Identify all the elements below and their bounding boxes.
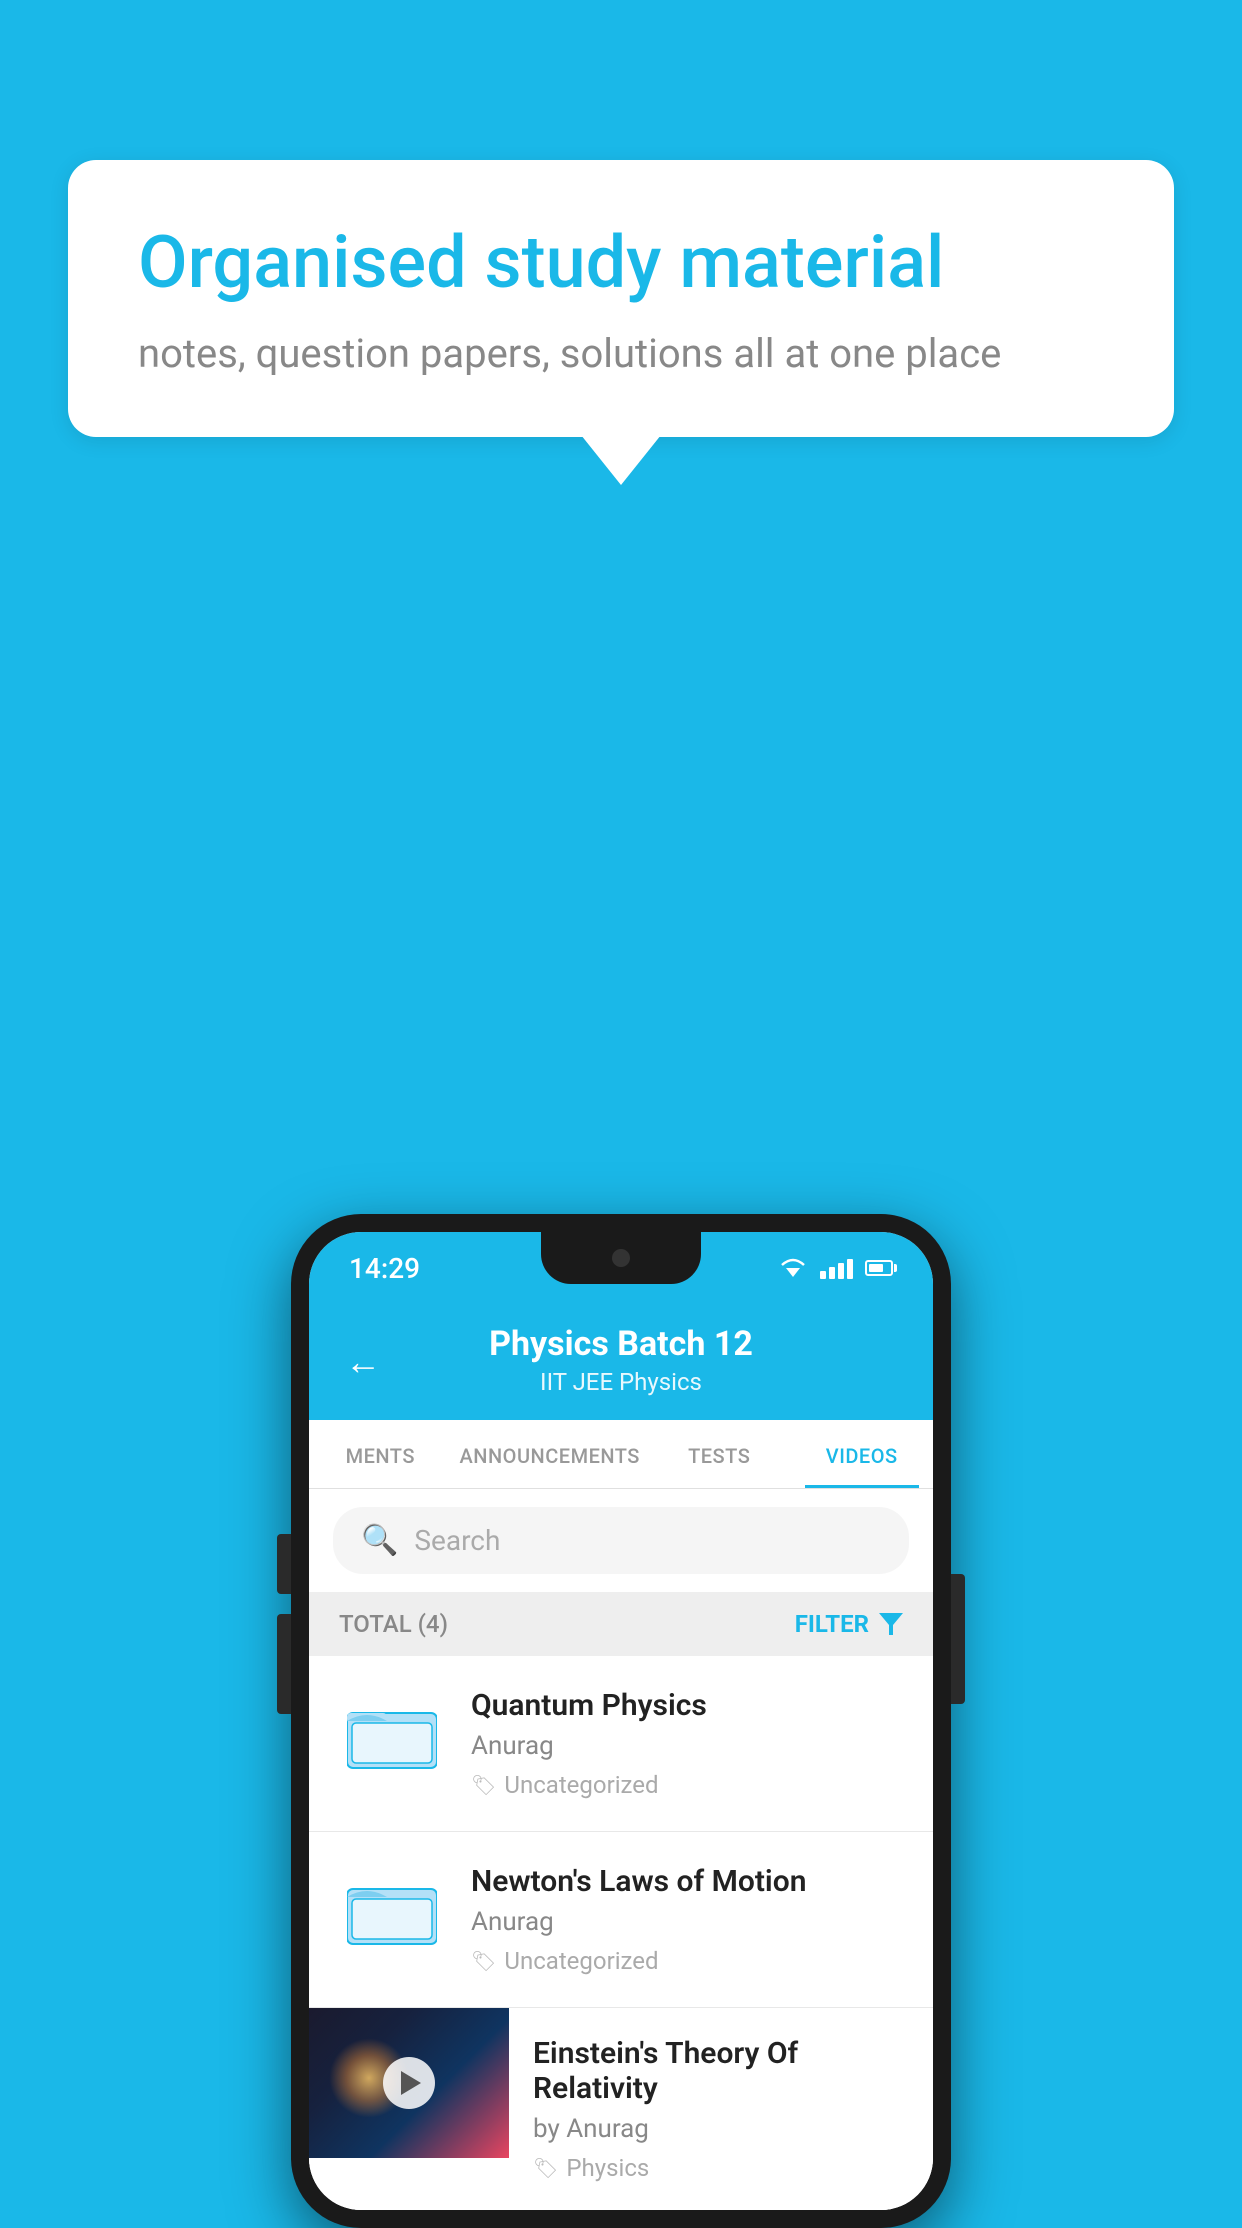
search-bar-wrapper: 🔍 Search: [309, 1489, 933, 1592]
bubble-arrow: [581, 435, 661, 485]
list-item[interactable]: Einstein's Theory Of Relativity by Anura…: [309, 2008, 933, 2210]
play-button[interactable]: [383, 2057, 435, 2109]
app-bar-subtitle: IIT JEE Physics: [489, 1368, 753, 1396]
search-icon: 🔍: [361, 1523, 398, 1558]
phone-screen: 14:29: [309, 1232, 933, 2210]
app-bar: ← Physics Batch 12 IIT JEE Physics: [309, 1304, 933, 1420]
filter-label: FILTER: [795, 1610, 869, 1638]
list-item[interactable]: Quantum Physics Anurag 🏷 Uncategorized: [309, 1656, 933, 1832]
app-bar-title: Physics Batch 12: [489, 1324, 753, 1364]
tag-label-1: Uncategorized: [504, 1771, 658, 1799]
filter-icon: [879, 1613, 903, 1635]
speech-bubble: Organised study material notes, question…: [68, 160, 1174, 437]
video-thumb-2: [337, 1864, 447, 1954]
signal-bar-1: [820, 1271, 826, 1279]
video-thumb-1: [337, 1688, 447, 1778]
battery-icon: [865, 1260, 893, 1276]
app-bar-center: Physics Batch 12 IIT JEE Physics: [489, 1324, 753, 1396]
video-author-2: Anurag: [471, 1907, 905, 1937]
tag-icon-2: 🏷: [471, 1949, 496, 1973]
search-bar[interactable]: 🔍 Search: [333, 1507, 909, 1574]
notch: [541, 1232, 701, 1284]
signal-bar-4: [847, 1259, 853, 1279]
filter-bar: TOTAL (4) FILTER: [309, 1592, 933, 1656]
video-tag-1: 🏷 Uncategorized: [471, 1771, 905, 1799]
status-bar: 14:29: [309, 1232, 933, 1304]
filter-button[interactable]: FILTER: [795, 1610, 903, 1638]
video-tag-2: 🏷 Uncategorized: [471, 1947, 905, 1975]
tag-label-2: Uncategorized: [504, 1947, 658, 1975]
search-placeholder: Search: [414, 1524, 500, 1557]
tag-icon-3: 🏷: [533, 2156, 558, 2180]
volume-up-button: [277, 1534, 291, 1594]
tab-bar: MENTS ANNOUNCEMENTS TESTS VIDEOS: [309, 1420, 933, 1489]
tag-label-3: Physics: [566, 2154, 649, 2182]
video-info-2: Newton's Laws of Motion Anurag 🏷 Uncateg…: [471, 1864, 905, 1975]
status-icons: [778, 1257, 893, 1279]
signal-bar-2: [829, 1267, 835, 1279]
volume-down-button: [277, 1614, 291, 1714]
video-info-3: Einstein's Theory Of Relativity by Anura…: [533, 2008, 933, 2210]
total-count: TOTAL (4): [339, 1610, 448, 1638]
battery-fill: [869, 1264, 883, 1272]
video-list: Quantum Physics Anurag 🏷 Uncategorized: [309, 1656, 933, 2210]
tab-videos[interactable]: VIDEOS: [790, 1420, 933, 1488]
status-time: 14:29: [349, 1252, 420, 1285]
tab-announcements[interactable]: ANNOUNCEMENTS: [452, 1420, 648, 1488]
video-author-3: by Anurag: [533, 2114, 905, 2144]
video-thumbnail-3: [309, 2008, 509, 2158]
folder-icon: [347, 1864, 437, 1954]
back-button[interactable]: ←: [345, 1341, 381, 1383]
video-tag-3: 🏷 Physics: [533, 2154, 905, 2182]
video-author-1: Anurag: [471, 1731, 905, 1761]
video-title-1: Quantum Physics: [471, 1688, 905, 1723]
signal-bar-3: [838, 1263, 844, 1279]
folder-icon: [347, 1688, 437, 1778]
tab-tests[interactable]: TESTS: [648, 1420, 791, 1488]
video-info-1: Quantum Physics Anurag 🏷 Uncategorized: [471, 1688, 905, 1799]
speech-bubble-section: Organised study material notes, question…: [68, 160, 1174, 485]
camera: [612, 1249, 630, 1267]
wifi-icon: [778, 1257, 808, 1279]
bubble-title: Organised study material: [138, 220, 1104, 306]
video-title-2: Newton's Laws of Motion: [471, 1864, 905, 1899]
video-title-3: Einstein's Theory Of Relativity: [533, 2036, 905, 2106]
power-button: [951, 1574, 965, 1704]
list-item[interactable]: Newton's Laws of Motion Anurag 🏷 Uncateg…: [309, 1832, 933, 2008]
tab-ments[interactable]: MENTS: [309, 1420, 452, 1488]
tag-icon-1: 🏷: [471, 1773, 496, 1797]
bubble-subtitle: notes, question papers, solutions all at…: [138, 330, 1104, 377]
signal-icon: [820, 1257, 853, 1279]
phone-frame: 14:29: [291, 1214, 951, 2228]
phone-outer: 14:29: [291, 1214, 951, 2228]
play-icon: [401, 2071, 421, 2095]
